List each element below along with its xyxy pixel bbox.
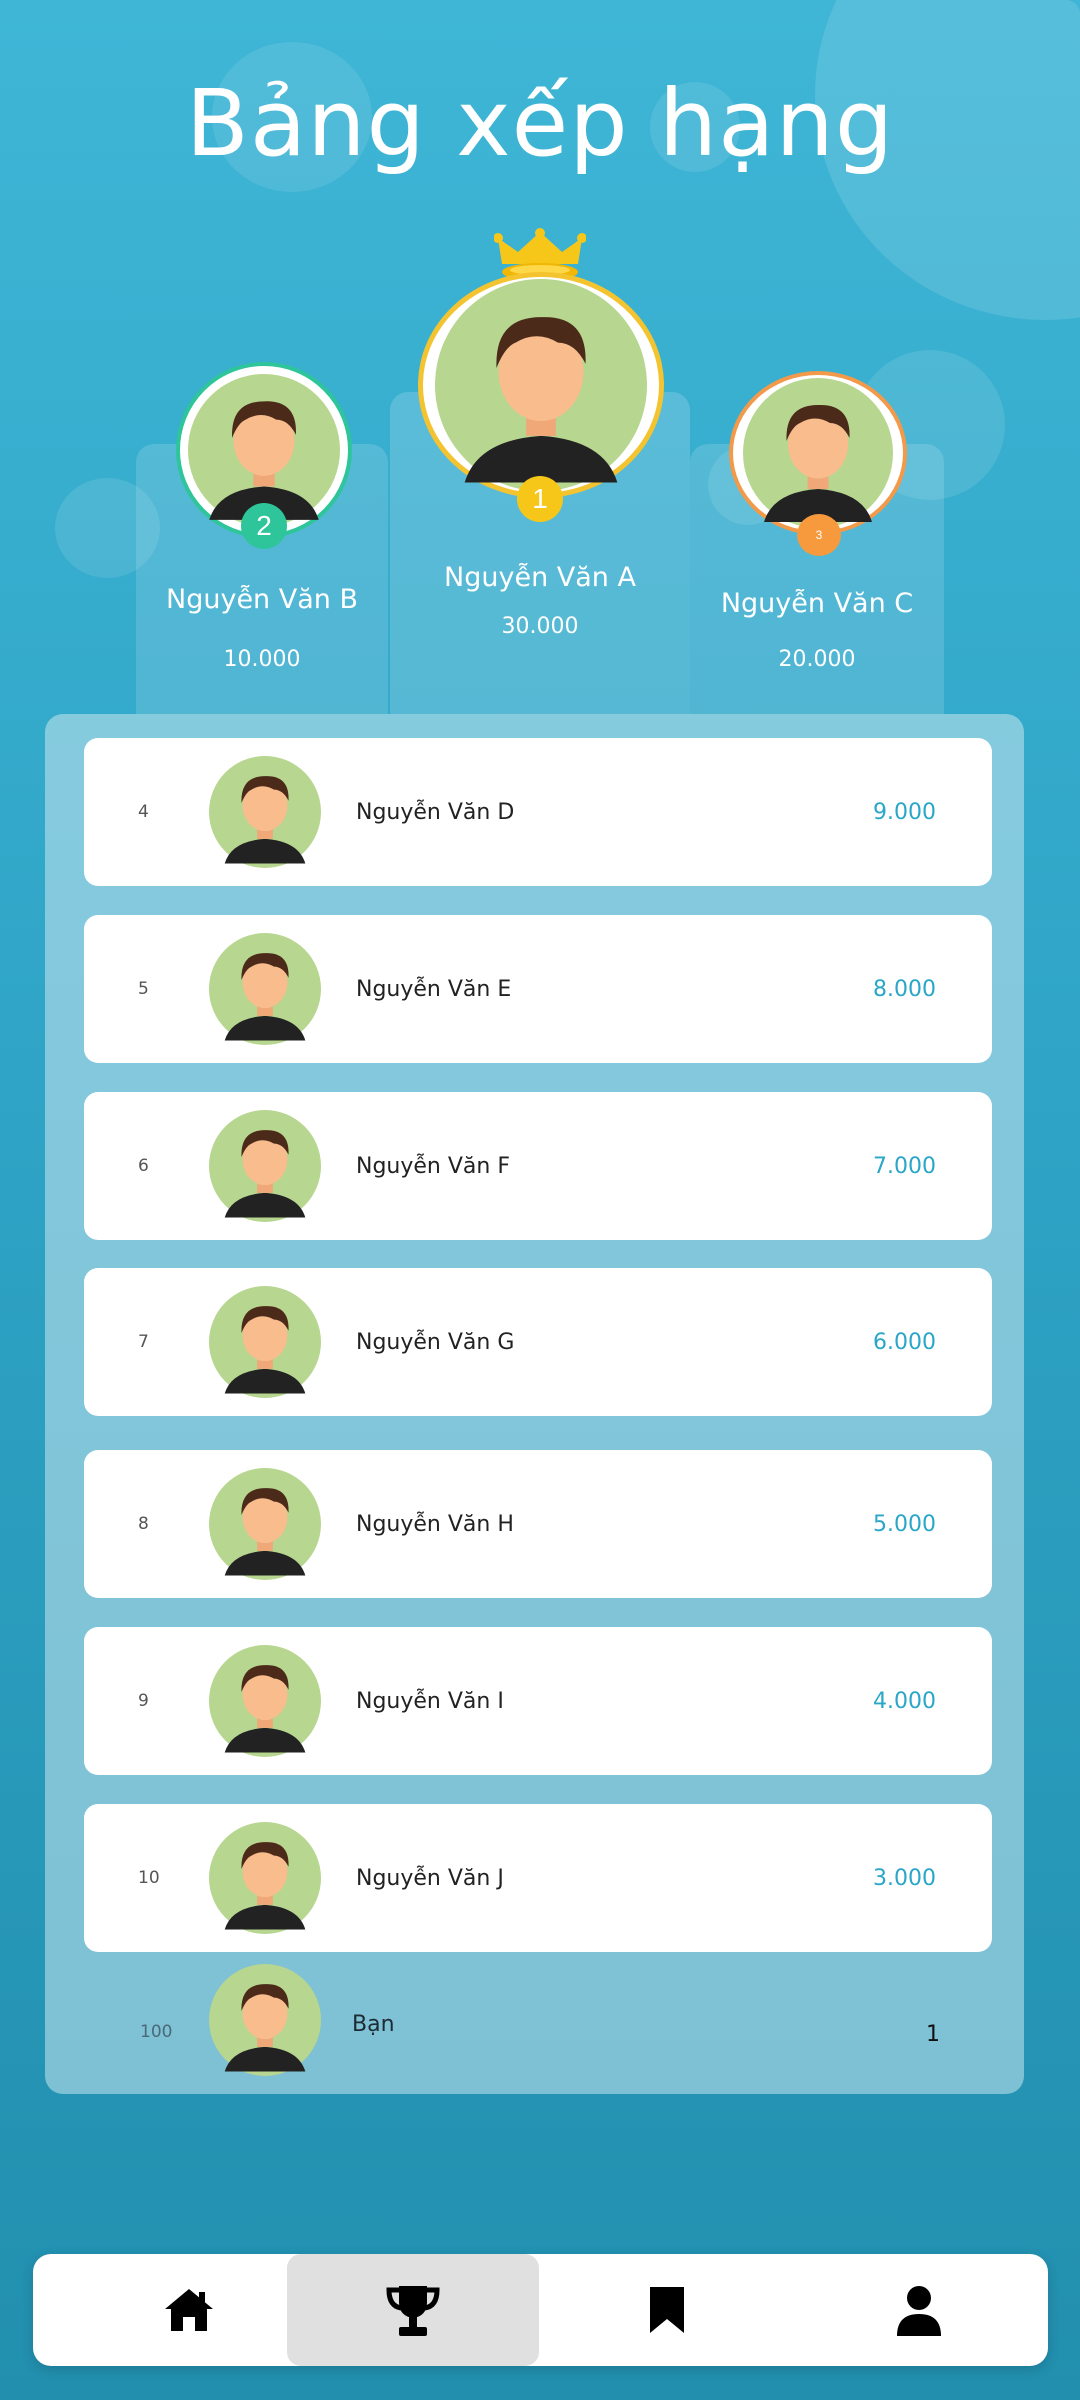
nav-saved[interactable] [541,2254,793,2366]
person-avatar-icon [209,1110,321,1222]
player-score: 3.000 [873,1865,936,1891]
list-item[interactable]: 5 Nguyễn Văn E 8.000 [84,915,992,1063]
player-score: 7.000 [873,1153,936,1179]
my-score: 1 [926,2022,940,2047]
rank-badge: 2 [241,503,287,549]
player-score: 8.000 [873,976,936,1002]
rank-number: 6 [138,1156,149,1176]
my-name: Bạn [352,2012,395,2037]
avatar [729,371,907,535]
podium-name: Nguyễn Văn C [720,588,914,619]
rank-number: 8 [138,1514,149,1534]
podium-name: Nguyễn Văn A [444,562,636,593]
person-avatar-icon [435,279,647,491]
person-avatar-icon [209,1645,321,1757]
player-score: 9.000 [873,799,936,825]
nav-profile[interactable] [793,2254,1045,2366]
player-name: Nguyễn Văn G [356,1329,515,1355]
rank-badge: 1 [517,476,563,522]
person-avatar-icon [209,1468,321,1580]
list-item[interactable]: 7 Nguyễn Văn G 6.000 [84,1268,992,1416]
app-screen: Bảng xếp hạng 2 1 3 Nguyễn Văn B 10.000 … [0,0,1080,2400]
player-name: Nguyễn Văn I [356,1688,504,1714]
avatar [418,272,664,498]
list-item[interactable]: 6 Nguyễn Văn F 7.000 [84,1092,992,1240]
rank-number: 9 [138,1691,149,1711]
person-avatar-icon [209,933,321,1045]
list-item[interactable]: 8 Nguyễn Văn H 5.000 [84,1450,992,1598]
bottom-nav [33,2254,1048,2366]
rank-number: 4 [138,802,149,822]
podium-score: 30.000 [501,614,579,639]
rank-number: 10 [138,1868,160,1888]
player-score: 4.000 [873,1688,936,1714]
profile-icon [897,2286,941,2336]
trophy-icon [386,2286,440,2336]
nav-home[interactable] [63,2254,315,2366]
player-name: Nguyễn Văn H [356,1511,514,1537]
rank-number: 5 [138,979,149,999]
player-name: Nguyễn Văn E [356,976,512,1002]
person-avatar-icon [209,1822,321,1934]
rank-number: 7 [138,1332,149,1352]
bookmark-icon [650,2287,684,2333]
person-avatar-icon [743,378,893,528]
podium-score: 10.000 [223,647,301,672]
player-name: Nguyễn Văn F [356,1153,510,1179]
person-avatar-icon [209,1964,321,2076]
list-item[interactable]: 9 Nguyễn Văn I 4.000 [84,1627,992,1775]
podium-score: 20.000 [778,647,856,672]
player-score: 6.000 [873,1329,936,1355]
podium-name: Nguyễn Văn B [166,584,358,615]
my-rank-number: 100 [140,2022,173,2042]
list-item[interactable]: 4 Nguyễn Văn D 9.000 [84,738,992,886]
person-avatar-icon [209,1286,321,1398]
player-score: 5.000 [873,1511,936,1537]
player-name: Nguyễn Văn J [356,1865,504,1891]
home-icon [165,2289,213,2331]
page-title: Bảng xếp hạng [185,70,895,177]
player-name: Nguyễn Văn D [356,799,515,825]
rank-badge: 3 [797,514,841,556]
list-item[interactable]: 10 Nguyễn Văn J 3.000 [84,1804,992,1952]
person-avatar-icon [209,756,321,868]
nav-leaderboard[interactable] [287,2254,539,2366]
